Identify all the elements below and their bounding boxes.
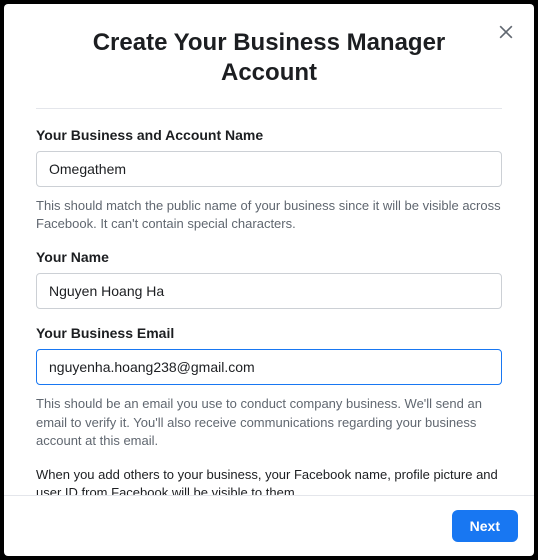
- next-button[interactable]: Next: [452, 510, 518, 542]
- visibility-info-text: When you add others to your business, yo…: [36, 466, 502, 495]
- modal-content: Create Your Business Manager Account You…: [4, 4, 534, 495]
- business-email-helper: This should be an email you use to condu…: [36, 395, 502, 450]
- business-name-helper: This should match the public name of you…: [36, 197, 502, 233]
- close-icon[interactable]: [496, 22, 516, 42]
- business-name-input[interactable]: [36, 151, 502, 187]
- business-email-label: Your Business Email: [36, 325, 502, 341]
- business-name-field-group: Your Business and Account Name This shou…: [36, 127, 502, 233]
- modal-footer: Next: [4, 495, 534, 556]
- business-email-field-group: Your Business Email This should be an em…: [36, 325, 502, 450]
- your-name-field-group: Your Name: [36, 249, 502, 309]
- modal-title: Create Your Business Manager Account: [36, 28, 502, 88]
- divider: [36, 108, 502, 109]
- business-email-input[interactable]: [36, 349, 502, 385]
- create-business-manager-modal: Create Your Business Manager Account You…: [4, 4, 534, 556]
- your-name-input[interactable]: [36, 273, 502, 309]
- your-name-label: Your Name: [36, 249, 502, 265]
- business-name-label: Your Business and Account Name: [36, 127, 502, 143]
